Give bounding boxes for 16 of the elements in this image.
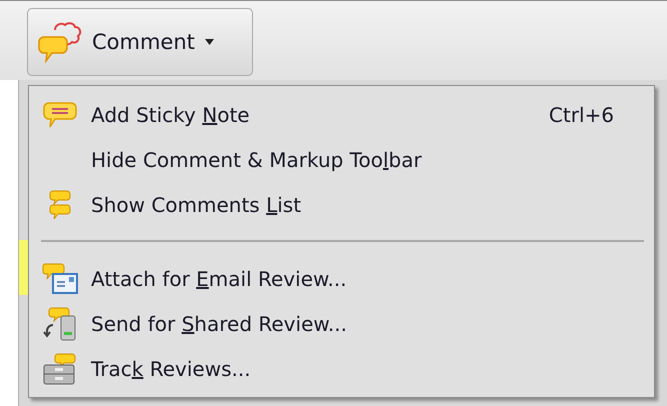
shortcut-label: Ctrl+6 [548, 102, 614, 126]
file-cabinet-icon [42, 352, 78, 384]
sticky-note-icon [43, 100, 77, 128]
shared-review-icon [43, 306, 77, 340]
menu-item[interactable]: Hide Comment & Markup Toolbar [33, 137, 650, 182]
menu-item[interactable]: Add Sticky Note Ctrl+6 [33, 92, 650, 137]
highlighted-field [19, 240, 28, 295]
menu-item[interactable]: Send for Shared Review... [33, 301, 650, 346]
caret-icon [204, 39, 214, 45]
menu-item[interactable]: Show Comments List [33, 182, 650, 227]
email-review-icon [42, 262, 78, 294]
comments-list-icon [49, 190, 71, 220]
comment-icon [38, 21, 82, 63]
menu-item[interactable]: Track Reviews... [33, 346, 650, 391]
comment-button[interactable]: Comment [27, 8, 253, 76]
menu-item[interactable]: Attach for Email Review... [33, 256, 650, 301]
